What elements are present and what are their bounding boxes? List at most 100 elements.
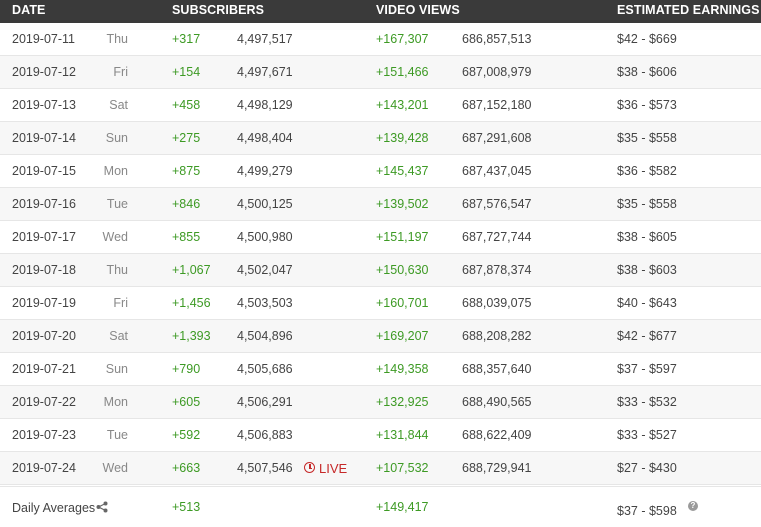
row-subscriber-total: 4,497,671 xyxy=(237,65,293,79)
table-row: 2019-07-16 Tue +846 4,500,125 +139,502 687,57… xyxy=(0,188,761,221)
row-day: Sat xyxy=(109,98,128,112)
row-day: Sat xyxy=(109,329,128,343)
row-subscriber-total: 4,506,883 xyxy=(237,428,293,442)
row-views-total: 687,437,045 xyxy=(462,164,532,178)
row-day: Fri xyxy=(113,65,128,79)
row-views-total: 687,878,374 xyxy=(462,263,532,277)
row-subscriber-delta: +592 xyxy=(172,428,201,442)
row-date: 2019-07-12 xyxy=(12,65,76,79)
row-day: Thu xyxy=(106,263,128,277)
daily-stats-table: DATE SUBSCRIBERS VIDEO VIEWS ESTIMATED E… xyxy=(0,0,761,527)
row-views-delta: +151,466 xyxy=(376,65,429,79)
help-icon[interactable]: ? xyxy=(688,501,698,511)
row-subscriber-total: 4,504,896 xyxy=(237,329,293,343)
row-date: 2019-07-22 xyxy=(12,395,76,409)
table-row: 2019-07-19 Fri +1,456 4,503,503 +160,701 688,… xyxy=(0,287,761,320)
row-estimated-earnings: $42 - $677 xyxy=(617,329,677,343)
row-views-total: 687,291,608 xyxy=(462,131,532,145)
table-row: 2019-07-22 Mon +605 4,506,291 +132,925 688,49… xyxy=(0,386,761,419)
live-indicator: LIVE xyxy=(304,461,347,476)
row-date: 2019-07-20 xyxy=(12,329,76,343)
row-subscriber-delta: +154 xyxy=(172,65,201,79)
table-row: 2019-07-13 Sat +458 4,498,129 +143,201 687,15… xyxy=(0,89,761,122)
table-row: 2019-07-15 Mon +875 4,499,279 +145,437 687,43… xyxy=(0,155,761,188)
row-subscriber-delta: +875 xyxy=(172,164,201,178)
row-date: 2019-07-16 xyxy=(12,197,76,211)
row-estimated-earnings: $36 - $573 xyxy=(617,98,677,112)
table-row: 2019-07-12 Fri +154 4,497,671 +151,466 687,00… xyxy=(0,56,761,89)
row-views-total: 687,008,979 xyxy=(462,65,532,79)
row-views-delta: +107,532 xyxy=(376,461,429,475)
row-views-total: 688,622,409 xyxy=(462,428,532,442)
row-estimated-earnings: $42 - $669 xyxy=(617,32,677,46)
row-estimated-earnings: $38 - $606 xyxy=(617,65,677,79)
row-day: Sun xyxy=(105,131,128,145)
row-views-delta: +149,358 xyxy=(376,362,429,376)
row-views-total: 688,490,565 xyxy=(462,395,532,409)
row-estimated-earnings: $37 - $597 xyxy=(617,362,677,376)
row-views-total: 687,152,180 xyxy=(462,98,532,112)
row-subscriber-total: 4,505,686 xyxy=(237,362,293,376)
row-views-delta: +139,502 xyxy=(376,197,429,211)
header-video-views: VIDEO VIEWS xyxy=(376,3,460,17)
row-views-total: 687,576,547 xyxy=(462,197,532,211)
row-date: 2019-07-24 xyxy=(12,461,76,475)
row-estimated-earnings: $33 - $527 xyxy=(617,428,677,442)
row-views-delta: +132,925 xyxy=(376,395,429,409)
row-subscriber-delta: +1,456 xyxy=(172,296,211,310)
row-date: 2019-07-21 xyxy=(12,362,76,376)
row-estimated-earnings: $35 - $558 xyxy=(617,131,677,145)
row-views-total: 688,208,282 xyxy=(462,329,532,343)
clock-icon xyxy=(304,462,315,473)
row-subscriber-total: 4,507,546 xyxy=(237,461,293,475)
row-subscriber-total: 4,498,129 xyxy=(237,98,293,112)
row-subscriber-delta: +855 xyxy=(172,230,201,244)
row-day: Thu xyxy=(106,32,128,46)
daily-averages-row: Daily Averages +513 +149,417 $37 - $598 … xyxy=(0,486,761,527)
row-views-delta: +131,844 xyxy=(376,428,429,442)
row-subscriber-delta: +1,393 xyxy=(172,329,211,343)
row-day: Sun xyxy=(105,362,128,376)
row-day: Mon xyxy=(103,395,128,409)
row-day: Fri xyxy=(113,296,128,310)
header-date: DATE xyxy=(12,3,46,17)
row-views-delta: +169,207 xyxy=(376,329,429,343)
header-subscribers: SUBSCRIBERS xyxy=(172,3,265,17)
row-day: Tue xyxy=(106,428,128,442)
row-subscriber-total: 4,500,125 xyxy=(237,197,293,211)
row-views-delta: +151,197 xyxy=(376,230,429,244)
table-header: DATE SUBSCRIBERS VIDEO VIEWS ESTIMATED E… xyxy=(0,0,761,23)
row-estimated-earnings: $36 - $582 xyxy=(617,164,677,178)
row-views-delta: +160,701 xyxy=(376,296,429,310)
row-views-delta: +145,437 xyxy=(376,164,429,178)
table-row: 2019-07-18 Thu +1,067 4,502,047 +150,630 687,… xyxy=(0,254,761,287)
row-subscriber-delta: +605 xyxy=(172,395,201,409)
row-day: Tue xyxy=(106,197,128,211)
row-subscriber-total: 4,500,980 xyxy=(237,230,293,244)
row-date: 2019-07-13 xyxy=(12,98,76,112)
row-date: 2019-07-23 xyxy=(12,428,76,442)
row-subscriber-delta: +846 xyxy=(172,197,201,211)
row-date: 2019-07-14 xyxy=(12,131,76,145)
row-date: 2019-07-15 xyxy=(12,164,76,178)
table-row: 2019-07-21 Sun +790 4,505,686 +149,358 688,35… xyxy=(0,353,761,386)
row-estimated-earnings: $27 - $430 xyxy=(617,461,677,475)
row-estimated-earnings: $38 - $605 xyxy=(617,230,677,244)
row-subscriber-total: 4,497,517 xyxy=(237,32,293,46)
table-row: 2019-07-14 Sun +275 4,498,404 +139,428 687,29… xyxy=(0,122,761,155)
row-views-delta: +139,428 xyxy=(376,131,429,145)
table-row: 2019-07-20 Sat +1,393 4,504,896 +169,207 688,… xyxy=(0,320,761,353)
share-icon[interactable] xyxy=(96,501,108,513)
row-day: Wed xyxy=(102,461,128,475)
row-views-total: 688,039,075 xyxy=(462,296,532,310)
row-date: 2019-07-19 xyxy=(12,296,76,310)
header-estimated-earnings: ESTIMATED EARNINGS xyxy=(617,3,760,17)
row-date: 2019-07-11 xyxy=(12,32,76,46)
table-row: 2019-07-17 Wed +855 4,500,980 +151,197 687,72… xyxy=(0,221,761,254)
row-estimated-earnings: $35 - $558 xyxy=(617,197,677,211)
row-estimated-earnings: $40 - $643 xyxy=(617,296,677,310)
row-subscriber-total: 4,498,404 xyxy=(237,131,293,145)
row-views-total: 687,727,744 xyxy=(462,230,532,244)
average-subscriber-delta: +513 xyxy=(172,500,201,514)
row-day: Mon xyxy=(103,164,128,178)
